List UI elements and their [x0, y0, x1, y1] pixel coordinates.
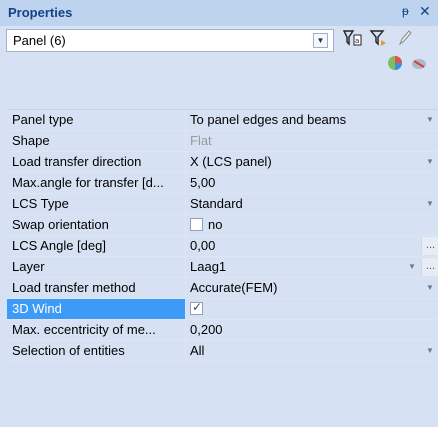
property-label: Load transfer direction — [7, 152, 186, 172]
title-bar: Properties ᵽ ✕ — [0, 0, 438, 26]
property-label: Swap orientation — [7, 215, 186, 235]
dropdown-arrow-icon[interactable]: ▼ — [423, 113, 437, 127]
chevron-down-icon[interactable]: ▼ — [313, 33, 328, 48]
property-label: Shape — [7, 131, 186, 151]
ellipsis-button[interactable]: ... — [421, 237, 438, 255]
3d-wind-checkbox[interactable] — [190, 300, 203, 315]
property-label: Max.angle for transfer [d... — [7, 173, 186, 193]
pin-remove-icon[interactable] — [410, 55, 428, 71]
property-value[interactable]: Accurate(FEM) — [190, 278, 277, 298]
dropdown-arrow-icon[interactable]: ▼ — [405, 260, 419, 274]
selection-value: Panel (6) — [13, 33, 66, 48]
property-label: Panel type — [7, 110, 186, 130]
property-label: LCS Angle [deg] — [7, 236, 186, 256]
property-value[interactable]: X (LCS panel) — [190, 152, 272, 172]
property-value[interactable]: 5,00 — [190, 173, 215, 193]
property-value[interactable]: 0,200 — [190, 320, 223, 340]
property-value[interactable]: To panel edges and beams — [190, 110, 346, 130]
filter-icon[interactable] — [368, 29, 390, 51]
property-label: Load transfer method — [7, 278, 186, 298]
swap-orientation-checkbox[interactable] — [190, 218, 203, 231]
select-all-filter-icon[interactable]: a — [341, 29, 363, 51]
svg-text:a: a — [355, 37, 359, 45]
property-row-load-transfer-direction[interactable]: Load transfer direction X (LCS panel) ▼ — [7, 152, 438, 173]
property-row-selection-of-entities[interactable]: Selection of entities All ▼ — [7, 341, 438, 362]
property-label: 3D Wind — [7, 299, 186, 319]
property-value[interactable]: 0,00 — [190, 236, 215, 256]
property-value: Flat — [190, 133, 212, 148]
close-icon[interactable]: ✕ — [419, 3, 431, 20]
property-row-max-angle[interactable]: Max.angle for transfer [d... 5,00 — [7, 173, 438, 194]
property-row-swap-orientation[interactable]: Swap orientation no — [7, 215, 438, 236]
color-palette-icon[interactable] — [386, 55, 404, 71]
property-row-shape: Shape Flat — [7, 131, 438, 152]
property-value: no — [208, 217, 223, 232]
selection-combo[interactable]: Panel (6) ▼ — [6, 29, 334, 52]
property-label: Layer — [7, 257, 186, 277]
property-value[interactable]: Laag1 — [190, 257, 226, 277]
property-row-lcs-type[interactable]: LCS Type Standard ▼ — [7, 194, 438, 215]
pin-icon[interactable]: ᵽ — [402, 4, 409, 18]
property-row-load-transfer-method[interactable]: Load transfer method Accurate(FEM) ▼ — [7, 278, 438, 299]
property-value[interactable]: Standard — [190, 194, 243, 214]
properties-panel: Properties ᵽ ✕ Panel (6) ▼ a Panel type … — [0, 0, 438, 427]
property-row-3d-wind[interactable]: 3D Wind — [7, 299, 438, 320]
dropdown-arrow-icon[interactable]: ▼ — [423, 155, 437, 169]
selector-row: Panel (6) ▼ a — [0, 26, 438, 72]
edit-pencil-icon[interactable] — [394, 29, 416, 51]
ellipsis-button[interactable]: ... — [421, 258, 438, 276]
property-row-max-eccentricity[interactable]: Max. eccentricity of me... 0,200 — [7, 320, 438, 341]
dropdown-arrow-icon[interactable]: ▼ — [423, 197, 437, 211]
dropdown-arrow-icon[interactable]: ▼ — [423, 281, 437, 295]
panel-title: Properties — [8, 5, 73, 20]
property-value[interactable]: All — [190, 341, 204, 361]
property-label: LCS Type — [7, 194, 186, 214]
property-row-layer[interactable]: Layer Laag1 ▼ ... — [7, 257, 438, 278]
property-label: Selection of entities — [7, 341, 186, 361]
property-row-lcs-angle[interactable]: LCS Angle [deg] 0,00 ... — [7, 236, 438, 257]
property-grid: Panel type To panel edges and beams ▼ Sh… — [7, 109, 438, 362]
dropdown-arrow-icon[interactable]: ▼ — [423, 344, 437, 358]
property-row-panel-type[interactable]: Panel type To panel edges and beams ▼ — [7, 110, 438, 131]
property-label: Max. eccentricity of me... — [7, 320, 186, 340]
